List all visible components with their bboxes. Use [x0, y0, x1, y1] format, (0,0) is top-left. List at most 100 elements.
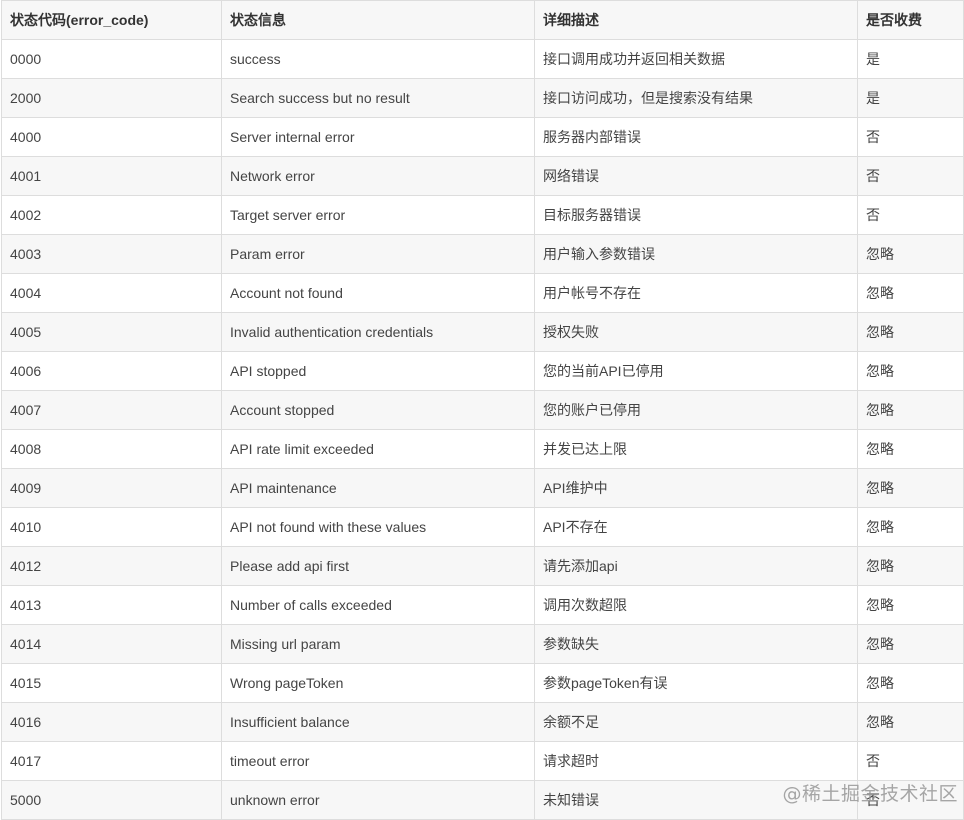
cell-status-info: Account not found: [221, 273, 535, 313]
cell-description: 目标服务器错误: [534, 195, 858, 235]
cell-charged: 忽略: [857, 312, 964, 352]
cell-charged: 否: [857, 741, 964, 781]
cell-status-info: API maintenance: [221, 468, 535, 508]
cell-status-info: Number of calls exceeded: [221, 585, 535, 625]
cell-error-code: 4006: [1, 351, 222, 391]
cell-error-code: 2000: [1, 78, 222, 118]
cell-charged: 忽略: [857, 507, 964, 547]
cell-description: 服务器内部错误: [534, 117, 858, 157]
table-row: 4013 Number of calls exceeded 调用次数超限 忽略: [1, 585, 964, 625]
cell-charged: 忽略: [857, 624, 964, 664]
cell-status-info: Missing url param: [221, 624, 535, 664]
table-row: 4002 Target server error 目标服务器错误否: [1, 195, 964, 235]
header-description: 详细描述: [534, 0, 858, 40]
cell-charged: 是: [857, 39, 964, 79]
cell-status-info: Network error: [221, 156, 535, 196]
cell-status-info: API rate limit exceeded: [221, 429, 535, 469]
cell-description: 接口调用成功并返回相关数据: [534, 39, 858, 79]
cell-description: 网络错误: [534, 156, 858, 196]
cell-error-code: 4017: [1, 741, 222, 781]
cell-status-info: Insufficient balance: [221, 702, 535, 742]
cell-charged: 忽略: [857, 390, 964, 430]
cell-error-code: 4012: [1, 546, 222, 586]
cell-description: 用户帐号不存在: [534, 273, 858, 313]
cell-description: API不存在: [534, 507, 858, 547]
table-row: 4000 Server internal error 服务器内部错误否: [1, 117, 964, 157]
cell-status-info: Please add api first: [221, 546, 535, 586]
cell-status-info: Server internal error: [221, 117, 535, 157]
cell-charged: 否: [857, 117, 964, 157]
cell-error-code: 4009: [1, 468, 222, 508]
cell-description: 请求超时: [534, 741, 858, 781]
header-error-code: 状态代码(error_code): [1, 0, 222, 40]
table-row: 0000 success 接口调用成功并返回相关数据是: [1, 39, 964, 79]
header-row: 状态代码(error_code) 状态信息 详细描述 是否收费: [1, 0, 964, 40]
cell-charged: 忽略: [857, 351, 964, 391]
cell-status-info: API not found with these values: [221, 507, 535, 547]
cell-charged: 忽略: [857, 234, 964, 274]
cell-status-info: unknown error: [221, 780, 535, 820]
cell-error-code: 4014: [1, 624, 222, 664]
cell-status-info: Search success but no result: [221, 78, 535, 118]
header-status-info: 状态信息: [221, 0, 535, 40]
cell-error-code: 4003: [1, 234, 222, 274]
cell-charged: 忽略: [857, 585, 964, 625]
cell-description: 余额不足: [534, 702, 858, 742]
cell-error-code: 4010: [1, 507, 222, 547]
cell-description: 并发已达上限: [534, 429, 858, 469]
table-row: 4005 Invalid authentication credentials 授权…: [1, 312, 964, 352]
table-row: 4009 API maintenance API维护中 忽略: [1, 468, 964, 508]
cell-charged: 忽略: [857, 663, 964, 703]
cell-error-code: 5000: [1, 780, 222, 820]
cell-error-code: 4004: [1, 273, 222, 313]
table-row: 4010 API not found with these values API不存…: [1, 507, 964, 547]
cell-charged: 否: [857, 156, 964, 196]
cell-error-code: 0000: [1, 39, 222, 79]
cell-status-info: success: [221, 39, 535, 79]
cell-charged: 忽略: [857, 546, 964, 586]
table-row: 4014 Missing url param 参数缺失 忽略: [1, 624, 964, 664]
cell-description: 未知错误: [534, 780, 858, 820]
cell-status-info: Wrong pageToken: [221, 663, 535, 703]
cell-description: 参数缺失: [534, 624, 858, 664]
cell-status-info: Account stopped: [221, 390, 535, 430]
cell-charged: 忽略: [857, 429, 964, 469]
cell-error-code: 4008: [1, 429, 222, 469]
cell-status-info: Target server error: [221, 195, 535, 235]
table-row: 4007 Account stopped 您的账户已停用 忽略: [1, 390, 964, 430]
header-charged: 是否收费: [857, 0, 964, 40]
cell-description: 参数pageToken有误: [534, 663, 858, 703]
cell-description: 用户输入参数错误: [534, 234, 858, 274]
error-code-table: 状态代码(error_code) 状态信息 详细描述 是否收费 0000 succ…: [1, 0, 964, 820]
cell-description: 授权失败: [534, 312, 858, 352]
cell-charged: 忽略: [857, 702, 964, 742]
cell-status-info: API stopped: [221, 351, 535, 391]
table-header: 状态代码(error_code) 状态信息 详细描述 是否收费: [1, 0, 964, 40]
cell-charged: 忽略: [857, 468, 964, 508]
cell-description: 请先添加api: [534, 546, 858, 586]
cell-charged: 否: [857, 780, 964, 820]
table-row: 4001 Network error 网络错误否: [1, 156, 964, 196]
cell-description: 调用次数超限: [534, 585, 858, 625]
cell-error-code: 4007: [1, 390, 222, 430]
cell-charged: 是: [857, 78, 964, 118]
cell-status-info: Param error: [221, 234, 535, 274]
cell-error-code: 4005: [1, 312, 222, 352]
cell-description: 您的账户已停用: [534, 390, 858, 430]
table-row: 4003 Param error 用户输入参数错误 忽略: [1, 234, 964, 274]
table-row: 4015 Wrong pageToken 参数pageToken有误 忽略: [1, 663, 964, 703]
table-row: 2000 Search success but no result 接口访问成功，但…: [1, 78, 964, 118]
cell-description: 您的当前API已停用: [534, 351, 858, 391]
cell-error-code: 4002: [1, 195, 222, 235]
table-row: 4012 Please add api first 请先添加api 忽略: [1, 546, 964, 586]
cell-error-code: 4016: [1, 702, 222, 742]
cell-charged: 否: [857, 195, 964, 235]
table-row: 4016 Insufficient balance 余额不足 忽略: [1, 702, 964, 742]
cell-error-code: 4001: [1, 156, 222, 196]
cell-status-info: timeout error: [221, 741, 535, 781]
table-row: 4006 API stopped 您的当前API已停用 忽略: [1, 351, 964, 391]
table-row: 4008 API rate limit exceeded 并发已达上限 忽略: [1, 429, 964, 469]
cell-description: 接口访问成功，但是搜索没有结果: [534, 78, 858, 118]
cell-error-code: 4015: [1, 663, 222, 703]
cell-description: API维护中: [534, 468, 858, 508]
